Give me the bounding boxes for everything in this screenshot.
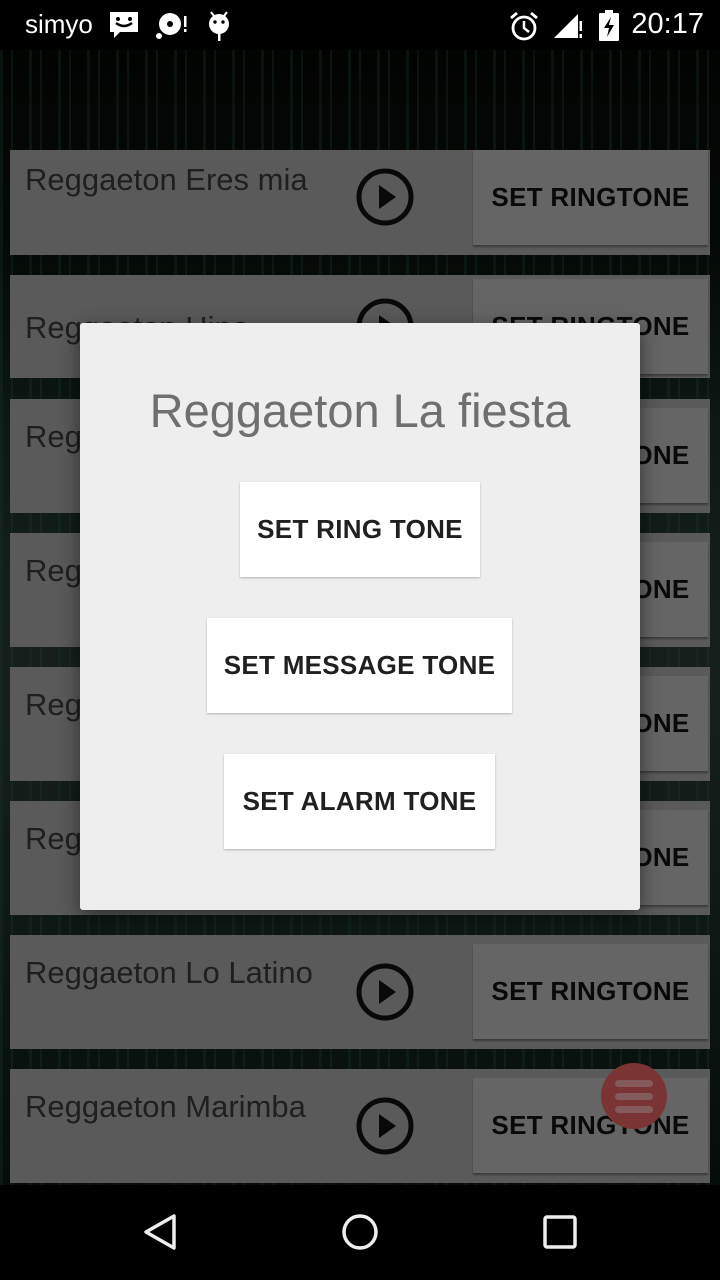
battery-charging-icon: [598, 10, 620, 47]
status-bar: simyo 20:17: [0, 0, 720, 50]
set-message-tone-button[interactable]: SET MESSAGE TONE: [207, 618, 512, 713]
home-button[interactable]: [330, 1207, 390, 1257]
set-tone-dialog: Reggaeton La fiesta SET RING TONE SET ME…: [80, 323, 640, 910]
back-icon: [144, 1214, 176, 1250]
back-button[interactable]: [130, 1207, 190, 1257]
alarm-clock-icon: [508, 10, 540, 47]
set-ring-tone-button[interactable]: SET RING TONE: [240, 482, 480, 577]
recents-button[interactable]: [530, 1207, 590, 1257]
android-debug-icon: [206, 10, 232, 47]
signal-alert-icon: [554, 10, 584, 45]
clock: 20:17: [631, 8, 704, 40]
media-disc-alert-icon: [155, 10, 189, 45]
set-alarm-tone-button[interactable]: SET ALARM TONE: [224, 754, 495, 849]
dialog-title: Reggaeton La fiesta: [149, 384, 571, 437]
recents-icon: [543, 1215, 577, 1249]
home-icon: [342, 1214, 378, 1250]
carrier-name: simyo: [25, 9, 93, 39]
sms-smiley-icon: [108, 10, 140, 45]
navigation-bar: [0, 1185, 720, 1280]
